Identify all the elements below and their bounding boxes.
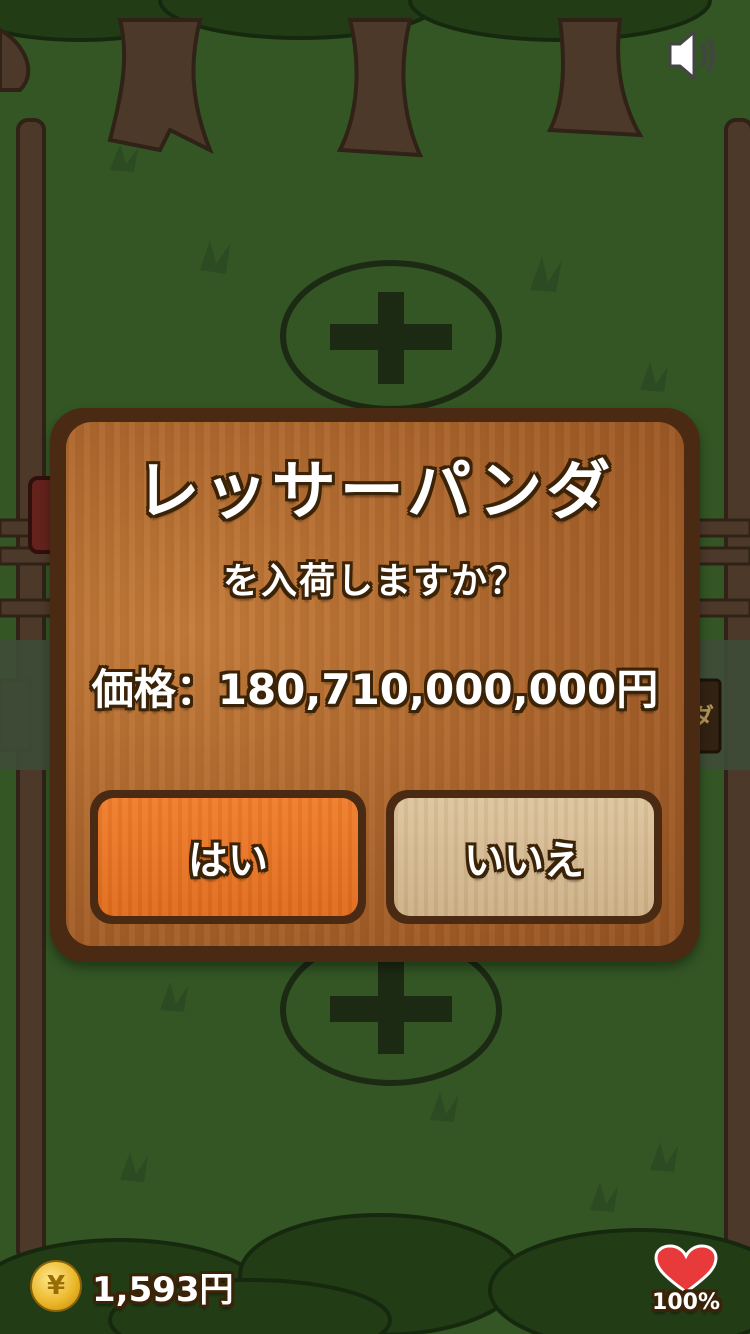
add-animal-slot-top[interactable] [278, 258, 504, 414]
price-row: 価格：180,710,000,000円 [70, 656, 680, 717]
money-value: 1,593円 [92, 1269, 234, 1310]
animal-name: レッサーパンダ [135, 455, 615, 529]
plus-icon [330, 962, 452, 1054]
money-display: ¥ 1,593円 [30, 1258, 234, 1314]
coin-icon: ¥ [30, 1260, 82, 1312]
yes-button[interactable]: はい [90, 790, 366, 924]
no-button-label: いいえ [394, 798, 654, 916]
yes-button-label: はい [98, 798, 358, 916]
health-display: 100% [650, 1244, 722, 1324]
plus-icon [330, 292, 452, 384]
price-value: 180,710,000,000円 [217, 665, 659, 714]
heart-icon [654, 1244, 718, 1294]
speaker-icon[interactable] [664, 24, 726, 86]
no-button[interactable]: いいえ [386, 790, 662, 924]
price-label: 価格： [91, 665, 218, 714]
purchase-question: を入荷しますか？ [222, 561, 527, 602]
health-value: 100% [652, 1290, 720, 1315]
